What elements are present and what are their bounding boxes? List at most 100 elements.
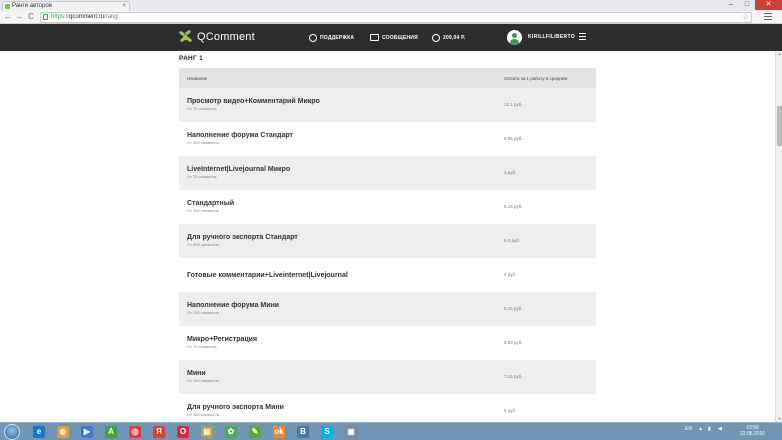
taskbar-app-button[interactable]: e	[28, 424, 50, 440]
table-row: Просмотр видео+Комментарий Микро От 75 си…	[179, 88, 596, 122]
row-name: LiveInternet|Livejournal Микро	[187, 166, 291, 173]
row-subtitle: От 300 символов	[187, 208, 219, 213]
table-header: Название Оплата за 1 работу в среднем	[179, 68, 596, 88]
nav-balance[interactable]: 209,04 Р.	[432, 33, 465, 42]
taskbar-app-icon: Я	[153, 426, 165, 438]
network-icon[interactable]: ▮	[708, 426, 711, 432]
user-menu[interactable]: KIRILLFILIBERTO	[507, 29, 586, 45]
taskbar-app-button[interactable]: ✎	[244, 424, 266, 440]
nav-balance-label: 209,04 Р.	[443, 34, 466, 41]
taskbar-app-icon: В	[297, 426, 309, 438]
taskbar-app-icon: e	[33, 426, 45, 438]
row-price: 12.1 руб.	[504, 102, 523, 107]
taskbar-app-button[interactable]: O	[172, 424, 194, 440]
row-subtitle: От 75 символов	[187, 344, 217, 349]
logo-text: QComment	[197, 31, 255, 43]
taskbar-clock[interactable]: 23:56 22.05.2016	[740, 425, 765, 437]
hamburger-menu-icon[interactable]	[578, 32, 586, 42]
taskbar-app-icon: ▣	[345, 426, 357, 438]
column-header-price: Оплата за 1 работу в среднем	[504, 76, 568, 81]
url-path: /rang	[104, 14, 118, 20]
taskbar-app-icon: O	[177, 426, 189, 438]
nav-messages[interactable]: СООБЩЕНИЯ	[370, 33, 418, 42]
table-row: Для ручного экспорта Стандарт От 300 симв…	[179, 224, 596, 258]
windows-taskbar: e ◉ ▶ A ◎ Я O ▤ ✿ ✎ ok В S ▣ EN ▲ ▮ ◀ 23:56 22.05.201…	[0, 422, 782, 440]
tray-up-arrow-icon[interactable]: ▲	[698, 426, 703, 432]
row-price: 6.15 руб.	[504, 306, 523, 311]
row-name: Просмотр видео+Комментарий Микро	[187, 98, 320, 105]
window-maximize-button[interactable]: □	[739, 0, 755, 10]
taskbar-app-button[interactable]: S	[316, 424, 338, 440]
clock-date: 22.05.2016	[740, 431, 766, 437]
tab-title: Ранги авторов	[12, 3, 52, 9]
row-name: Для ручного экспорта Стандарт	[187, 234, 298, 241]
row-name: Мини	[187, 370, 206, 377]
scroll-up-icon[interactable]: ▲	[776, 51, 782, 57]
row-name: Микро+Регистрация	[187, 336, 258, 343]
taskbar-app-icon: A	[105, 426, 117, 438]
favicon-icon	[5, 4, 10, 9]
row-name: Наполнение форума Мини	[187, 302, 280, 309]
row-price: 6 руб.	[504, 408, 517, 413]
site-header: QComment ПОДДЕРЖКА СООБЩЕНИЯ 209,04 Р. K…	[0, 24, 782, 51]
table-row: Наполнение форума Стандарт От 300 символо…	[179, 122, 596, 156]
url-protocol: https://	[51, 14, 70, 20]
nav-messages-label: СООБЩЕНИЯ	[382, 34, 418, 41]
taskbar-app-button[interactable]: ▤	[196, 424, 218, 440]
url-input[interactable]: https://qcomment.ru/rang	[40, 12, 752, 23]
table-row: Мини От 150 символов 7.15 руб.	[179, 360, 596, 394]
volume-icon[interactable]: ◀	[718, 426, 722, 432]
taskbar-app-icon: ▤	[201, 426, 213, 438]
avatar	[507, 29, 522, 45]
browser-menu-icon[interactable]	[764, 13, 772, 22]
table-row: Для ручного экспорта Мини От 150 символов…	[179, 394, 596, 422]
window-close-button[interactable]: ✕	[755, 0, 782, 10]
taskbar-app-button[interactable]: ◉	[52, 424, 74, 440]
row-price: 6.05 руб.	[504, 136, 523, 141]
message-icon	[370, 34, 379, 41]
table-row: Наполнение форума Мини От 150 символов 6.1…	[179, 292, 596, 326]
tab-close-icon[interactable]: ×	[122, 2, 126, 11]
language-indicator[interactable]: EN	[685, 426, 692, 432]
row-price: 6.03 руб.	[504, 340, 523, 345]
row-name: Готовые комментарии+Liveinternet|Livejou…	[187, 272, 348, 279]
taskbar-app-icon: ✎	[249, 426, 261, 438]
forward-button[interactable]: →	[14, 12, 24, 22]
taskbar-app-button[interactable]: Я	[148, 424, 170, 440]
row-subtitle: От 300 символов	[187, 242, 219, 247]
vertical-scrollbar[interactable]: ▲ ▼	[775, 51, 782, 422]
row-price: 4 руб.	[504, 272, 517, 277]
column-header-name: Название	[187, 76, 208, 81]
taskbar-app-icon: ok	[273, 426, 285, 438]
taskbar-app-button[interactable]: ◎	[124, 424, 146, 440]
taskbar-app-button[interactable]: A	[100, 424, 122, 440]
row-subtitle: От 300 символов	[187, 140, 219, 145]
site-logo[interactable]: QComment	[178, 29, 255, 44]
taskbar-app-button[interactable]: ok	[268, 424, 290, 440]
row-price: 7.15 руб.	[504, 374, 523, 379]
taskbar-app-button[interactable]: ✿	[220, 424, 242, 440]
start-button[interactable]	[4, 424, 20, 440]
row-name: Стандартный	[187, 200, 235, 207]
row-price: 3 руб.	[504, 170, 517, 175]
browser-tab[interactable]: Ранги авторов ×	[2, 1, 130, 11]
url-host: qcomment.ru	[69, 14, 105, 20]
row-price: 6.4 руб.	[504, 238, 521, 243]
taskbar-app-button[interactable]: В	[292, 424, 314, 440]
taskbar-app-button[interactable]: ▶	[76, 424, 98, 440]
nav-support[interactable]: ПОДДЕРЖКА	[309, 33, 354, 42]
bookmark-star-icon[interactable]: ☆	[742, 12, 749, 21]
window-minimize-button[interactable]: –	[723, 0, 739, 10]
taskbar-app-icon: ✿	[225, 426, 237, 438]
row-subtitle: От 75 символов	[187, 174, 217, 179]
row-name: Для ручного экспорта Мини	[187, 404, 284, 411]
row-subtitle: От 150 символов	[187, 310, 219, 315]
back-button[interactable]: ←	[3, 12, 13, 22]
taskbar-app-button[interactable]: ▣	[340, 424, 362, 440]
scrollbar-thumb[interactable]	[777, 106, 782, 146]
reload-button[interactable]: C	[26, 12, 36, 22]
row-name: Наполнение форума Стандарт	[187, 132, 293, 139]
taskbar-app-icon: ◎	[129, 426, 141, 438]
support-icon	[309, 33, 317, 42]
main-content: РАНГ 1 Название Оплата за 1 работу в сре…	[0, 51, 775, 422]
